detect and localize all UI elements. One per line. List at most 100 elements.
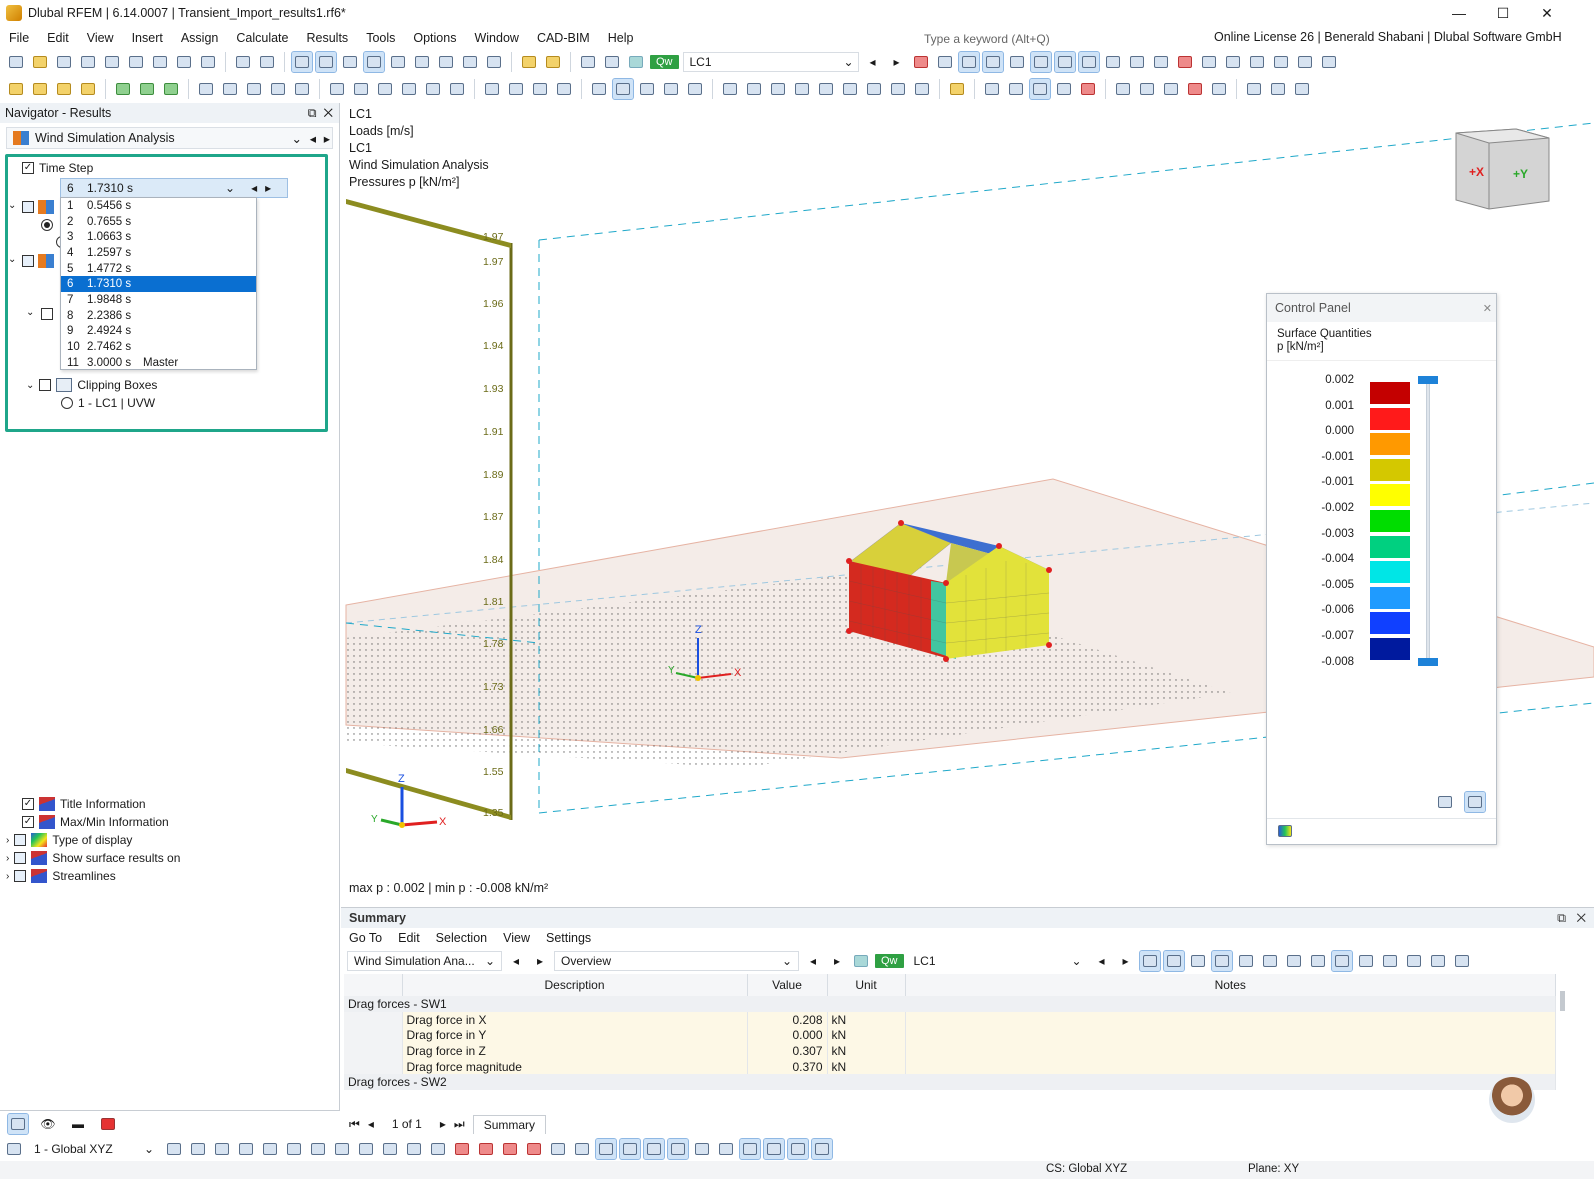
layers2-icon[interactable] [1268, 79, 1288, 99]
maxmin-information-row[interactable]: ✓ Max/Min Information [22, 815, 169, 829]
time-step-option[interactable]: 3 1.0663 s [61, 229, 256, 245]
next-icon[interactable]: ▸ [1116, 951, 1136, 971]
summary-menu-settings[interactable]: Settings [538, 931, 599, 945]
scale-icon[interactable] [554, 79, 574, 99]
prev-icon[interactable]: ◂ [863, 52, 883, 72]
script-icon[interactable] [388, 52, 408, 72]
menu-file[interactable]: File [0, 31, 38, 45]
chevron-right-icon[interactable]: › [6, 835, 9, 846]
step-next-icon[interactable]: ▸ [265, 181, 271, 195]
cube2-icon[interactable] [292, 79, 312, 99]
maxmin-information-checkbox[interactable]: ✓ [22, 816, 34, 828]
summary-loadcase-combo[interactable]: LC1 ⌄ [908, 951, 1088, 971]
pencil-icon[interactable] [519, 52, 539, 72]
settings-icon[interactable] [1428, 951, 1448, 971]
minimize-button[interactable]: — [1436, 0, 1482, 26]
coordinate-system-combo[interactable]: 1 - Global XYZ ⌄ [28, 1139, 160, 1159]
prev-icon[interactable]: ◂ [1092, 951, 1112, 971]
layers3-icon[interactable] [1292, 79, 1312, 99]
values-icon[interactable] [1210, 950, 1233, 972]
first-page-icon[interactable]: ⏮ [349, 1117, 360, 1132]
menu-window[interactable]: Window [465, 31, 527, 45]
paint-icon[interactable] [888, 79, 908, 99]
polar-icon[interactable] [692, 1139, 712, 1159]
snap12-icon[interactable] [428, 1139, 448, 1159]
print-preview-icon[interactable] [150, 52, 170, 72]
clipping-item-row[interactable]: 1 - LC1 | UVW [61, 396, 155, 410]
next-icon[interactable]: ▸ [530, 951, 550, 971]
table-row[interactable]: Drag force magnitude 0.370 kN [344, 1058, 1556, 1075]
support-icon[interactable] [113, 79, 133, 99]
legend-slider-bottom-handle[interactable] [1418, 658, 1438, 666]
snap1-icon[interactable] [164, 1139, 184, 1159]
chevron-down-icon[interactable]: ⌄ [8, 200, 16, 211]
snap15-icon[interactable] [500, 1139, 520, 1159]
mirror-icon[interactable] [530, 79, 550, 99]
support-surface-icon[interactable] [161, 79, 181, 99]
close-icon[interactable]: ✕ [1576, 911, 1586, 925]
snap4-icon[interactable] [236, 1139, 256, 1159]
hide-icon[interactable] [1151, 52, 1171, 72]
report-icon[interactable] [102, 52, 122, 72]
time-step-option[interactable]: 9 2.4924 s [61, 324, 256, 340]
ortho-icon[interactable] [643, 1138, 665, 1160]
filter-icon[interactable] [1452, 951, 1472, 971]
table-row[interactable]: Drag force in X 0.208 kN [344, 1011, 1556, 1028]
menu-cad-bim[interactable]: CAD-BIM [528, 31, 599, 45]
streamlines-checkbox[interactable] [14, 870, 27, 882]
results-icon[interactable] [1188, 951, 1208, 971]
loadcase-combo[interactable]: LC1 ⌄ [682, 52, 859, 72]
load-free-icon[interactable] [423, 79, 443, 99]
lineweight-icon[interactable] [716, 1139, 736, 1159]
menu-insert[interactable]: Insert [123, 31, 172, 45]
line-icon[interactable] [30, 79, 50, 99]
layers-icon[interactable] [1244, 79, 1264, 99]
table-group-row[interactable]: Drag forces - SW2 [344, 1074, 1556, 1091]
snap-active-icon[interactable] [1029, 78, 1051, 100]
guide-icon[interactable] [768, 79, 788, 99]
export-icon[interactable] [1380, 951, 1400, 971]
prev-icon[interactable]: ◂ [803, 951, 823, 971]
results-tab-icon[interactable] [98, 1114, 118, 1134]
load-member-icon[interactable] [399, 79, 419, 99]
isometric-icon[interactable] [1223, 52, 1243, 72]
view-cube-x-label[interactable]: +X [1469, 165, 1484, 179]
extremes-icon[interactable] [1053, 51, 1076, 73]
undo-icon[interactable] [233, 52, 253, 72]
print-icon[interactable] [78, 52, 98, 72]
snap5-icon[interactable] [260, 1139, 280, 1159]
surface-icon[interactable] [78, 79, 98, 99]
open-icon[interactable] [30, 52, 50, 72]
document-icon[interactable] [198, 52, 218, 72]
values-icon[interactable] [935, 52, 955, 72]
link-icon[interactable] [1113, 79, 1133, 99]
column-value[interactable]: Value [747, 974, 828, 996]
render-icon[interactable] [436, 52, 456, 72]
printout-icon[interactable] [174, 52, 194, 72]
undock-icon[interactable]: ⧉ [308, 106, 317, 120]
undock-icon[interactable]: ⧉ [1557, 911, 1566, 925]
menu-view[interactable]: View [78, 31, 123, 45]
show-results-icon[interactable] [957, 51, 980, 73]
grid-icon[interactable] [1356, 951, 1376, 971]
table-row[interactable]: Drag force in Y 0.000 kN [344, 1027, 1556, 1044]
legend-slider-top-handle[interactable] [1418, 376, 1438, 384]
box-icon[interactable] [1199, 52, 1219, 72]
time-step-option[interactable]: 7 1.9848 s [61, 292, 256, 308]
snap14-icon[interactable] [476, 1139, 496, 1159]
rotate-icon[interactable] [506, 79, 526, 99]
animation-icon[interactable] [1077, 51, 1100, 73]
settings-icon[interactable] [1435, 792, 1455, 812]
snap10-icon[interactable] [380, 1139, 400, 1159]
legend-icon[interactable] [1275, 821, 1295, 841]
dimension-icon[interactable] [340, 52, 360, 72]
axes-icon[interactable] [1271, 52, 1291, 72]
menu-results[interactable]: Results [298, 31, 358, 45]
summary-view-combo[interactable]: Overview ⌄ [554, 951, 799, 971]
snap8-icon[interactable] [332, 1139, 352, 1159]
unlink-icon[interactable] [1137, 79, 1157, 99]
search-input[interactable]: Type a keyword (Alt+Q) [918, 30, 1180, 48]
snap13-icon[interactable] [452, 1139, 472, 1159]
column-description[interactable]: Description [402, 974, 748, 996]
menu-edit[interactable]: Edit [38, 31, 78, 45]
